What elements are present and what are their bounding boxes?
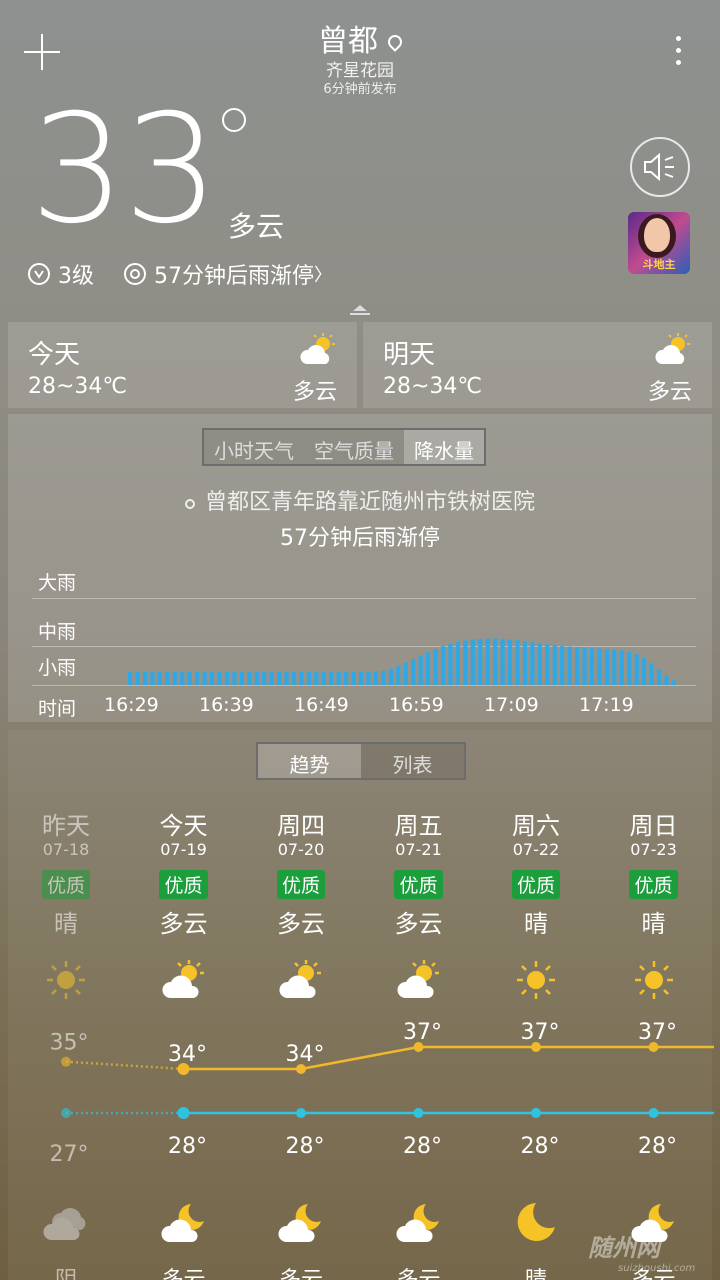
- low-temp-label: 28°: [168, 1134, 207, 1159]
- high-temp-label: 37°: [638, 1020, 677, 1045]
- low-temp-point: [61, 1108, 71, 1118]
- low-temp-label: 28°: [638, 1134, 677, 1159]
- high-temp-point: [61, 1056, 71, 1067]
- high-temp-label: 34°: [286, 1042, 325, 1067]
- watermark-main: 随州网: [588, 1234, 660, 1262]
- low-temp-label: 28°: [521, 1134, 560, 1159]
- low-temp-point: [531, 1108, 541, 1118]
- high-temp-label: 37°: [521, 1020, 560, 1045]
- high-temp-label: 37°: [403, 1020, 442, 1045]
- low-temp-label: 28°: [403, 1134, 442, 1159]
- low-temp-point: [296, 1108, 306, 1118]
- watermark-sub: suizhoushi.com: [618, 1263, 696, 1274]
- temperature-trend-chart: 35° 27° 34° 28° 34° 28° 37° 28° 37° 28° 37° 28°: [50, 1020, 714, 1167]
- low-temp-point: [177, 1107, 190, 1119]
- site-watermark: 随州网 suizhoushi.com: [588, 1228, 716, 1278]
- high-temp-label: 34°: [168, 1042, 207, 1067]
- low-temp-point: [413, 1108, 424, 1118]
- low-temp-point: [648, 1108, 659, 1118]
- low-temp-label: 27°: [50, 1142, 89, 1167]
- high-temp-label: 35°: [50, 1031, 89, 1056]
- high-temp-segment: [65, 1060, 184, 1071]
- low-temp-label: 28°: [286, 1134, 325, 1159]
